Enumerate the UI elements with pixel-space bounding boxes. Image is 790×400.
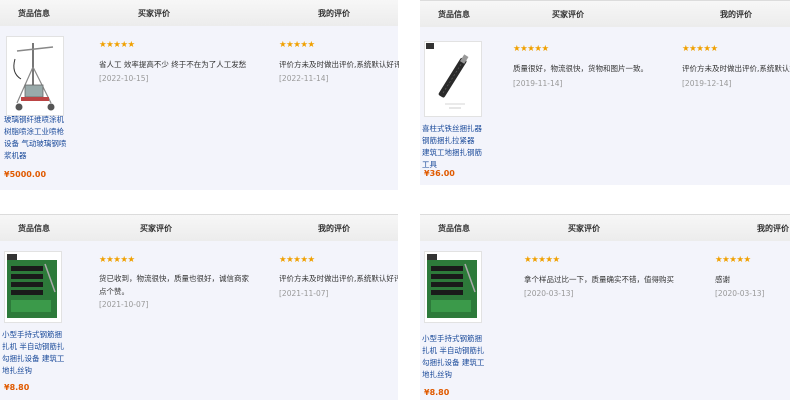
- binding-tool-icon: [425, 42, 481, 116]
- my-review-date: [2019-12-14]: [682, 79, 732, 88]
- buyer-comment: 货已收到，物流很快，质量也很好，诚信商家点个赞。: [99, 274, 249, 296]
- review-row: 小型手持式钢筋捆扎机 半自动钢筋扎勾捆扎设备 建筑工地扎丝钩 ¥8.80 ★★★…: [420, 241, 790, 400]
- buyer-review-date: [2021-10-07]: [99, 300, 149, 309]
- review-row: 喜柱式铁丝捆扎器钢筋捆扎拉紧器 建筑工地捆扎钢筋工具 ¥36.00 ★★★★★ …: [420, 27, 790, 185]
- spray-machine-icon: [7, 37, 63, 115]
- buyer-review-date: [2019-11-14]: [513, 79, 563, 88]
- tool-case-icon: [5, 252, 61, 322]
- product-price: ¥5000.00: [4, 170, 47, 179]
- product-price: ¥8.80: [4, 383, 30, 392]
- buyer-rating-stars: ★★★★★: [99, 40, 135, 50]
- product-image[interactable]: [424, 251, 482, 323]
- header-product: 货品信息: [18, 224, 50, 233]
- product-name-link[interactable]: 小型手持式钢筋捆扎机 半自动钢筋扎勾捆扎设备 建筑工地扎丝钩: [422, 333, 488, 381]
- buyer-comment: 省人工 效率提高不少 终于不在为了人工发愁: [99, 60, 247, 69]
- table-header: 货品信息 买家评价 我的评价: [0, 214, 398, 242]
- my-rating-stars: ★★★★★: [682, 44, 718, 54]
- review-panel: 货品信息 买家评价 我的评价 小型手持式钢筋捆扎机 半自动钢筋扎勾捆扎设备 建筑…: [0, 214, 398, 400]
- table-header: 货品信息 买家评价 我的评价: [0, 0, 398, 27]
- header-buyer-review: 买家评价: [568, 224, 600, 233]
- header-my-review: 我的评价: [757, 224, 789, 233]
- product-price: ¥8.80: [424, 388, 450, 397]
- header-my-review: 我的评价: [318, 224, 350, 233]
- review-row: 玻璃钢纤维喷涂机树脂喷涂工业喷枪设备 气动玻璃钢喷浆机器 ¥5000.00 ★★…: [0, 26, 399, 190]
- table-header: 货品信息 买家评价 我的评价: [420, 214, 790, 242]
- product-name-link[interactable]: 玻璃钢纤维喷涂机树脂喷涂工业喷枪设备 气动玻璃钢喷浆机器: [4, 114, 68, 162]
- product-image[interactable]: [424, 41, 482, 117]
- my-rating-stars: ★★★★★: [715, 255, 751, 265]
- review-panel: 货品信息 买家评价 我的评价 玻璃钢纤维喷涂机树脂喷涂工业喷枪设备 气动玻璃钢喷…: [0, 0, 399, 190]
- my-rating-stars: ★★★★★: [279, 255, 315, 265]
- my-comment: 感谢: [715, 275, 730, 284]
- product-image[interactable]: [6, 36, 64, 116]
- my-rating-stars: ★★★★★: [279, 40, 315, 50]
- product-image[interactable]: [4, 251, 62, 323]
- header-buyer-review: 买家评价: [140, 224, 172, 233]
- header-buyer-review: 买家评价: [138, 9, 170, 18]
- header-buyer-review: 买家评价: [552, 10, 584, 19]
- my-comment: 评价方未及时做出评价,系统默认好评!: [682, 64, 790, 73]
- buyer-review-date: [2022-10-15]: [99, 74, 149, 83]
- buyer-rating-stars: ★★★★★: [513, 44, 549, 54]
- table-header: 货品信息 买家评价 我的评价: [420, 0, 790, 28]
- header-my-review: 我的评价: [720, 10, 752, 19]
- header-product: 货品信息: [438, 10, 470, 19]
- review-panel: 货品信息 买家评价 我的评价 喜柱式铁丝捆扎器钢筋捆扎拉紧器 建筑工地捆扎钢筋工…: [420, 0, 790, 185]
- buyer-rating-stars: ★★★★★: [99, 255, 135, 265]
- tool-case-icon: [425, 252, 481, 322]
- header-my-review: 我的评价: [318, 9, 350, 18]
- header-product: 货品信息: [438, 224, 470, 233]
- buyer-rating-stars: ★★★★★: [524, 255, 560, 265]
- product-price: ¥36.00: [424, 169, 455, 178]
- my-comment: 评价方未及时做出评价,系统默认好评!: [279, 274, 398, 283]
- my-review-date: [2022-11-14]: [279, 74, 329, 83]
- buyer-review-date: [2020-03-13]: [524, 289, 574, 298]
- review-panel: 货品信息 买家评价 我的评价 小型手持式钢筋捆扎机 半自动钢筋扎勾捆扎设备 建筑…: [420, 214, 790, 400]
- buyer-comment: 质量很好，物流很快，货物和图片一致。: [513, 64, 648, 73]
- my-review-date: [2021-11-07]: [279, 289, 329, 298]
- header-product: 货品信息: [18, 9, 50, 18]
- my-review-date: [2020-03-13]: [715, 289, 765, 298]
- product-name-link[interactable]: 喜柱式铁丝捆扎器钢筋捆扎拉紧器 建筑工地捆扎钢筋工具: [422, 123, 484, 171]
- review-row: 小型手持式钢筋捆扎机 半自动钢筋扎勾捆扎设备 建筑工地扎丝钩 ¥8.80 ★★★…: [0, 241, 398, 400]
- product-name-link[interactable]: 小型手持式钢筋捆扎机 半自动钢筋扎勾捆扎设备 建筑工地扎丝钩: [2, 329, 68, 377]
- my-comment: 评价方未及时做出评价,系统默认好评!: [279, 60, 399, 69]
- buyer-comment: 拿个样品过比一下，质量确实不错，值得购买: [524, 275, 674, 284]
